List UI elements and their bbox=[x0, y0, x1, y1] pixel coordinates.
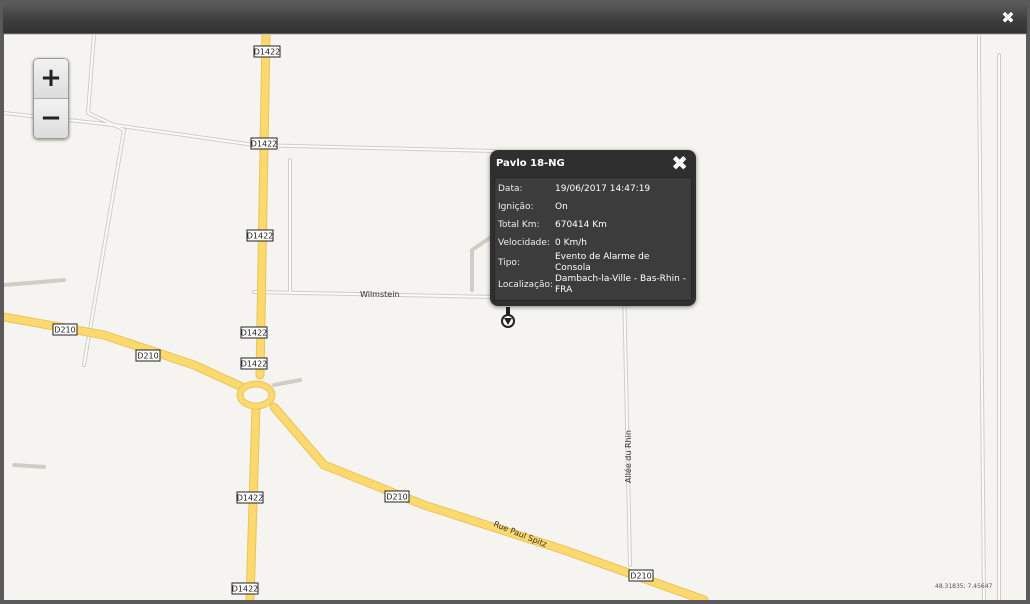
popup-row-date: Data: 19/06/2017 14:47:19 bbox=[495, 180, 691, 198]
popup-row-label: Localização: bbox=[498, 279, 554, 290]
popup-row-total-km: Total Km: 670414 Km bbox=[495, 216, 691, 234]
road-label-d1422-f: D1422 bbox=[237, 494, 264, 503]
close-icon[interactable]: ✖ bbox=[1001, 10, 1015, 26]
window-titlebar: ✖ bbox=[3, 3, 1027, 33]
major-roads bbox=[4, 35, 708, 600]
popup-row-value: 0 Km/h bbox=[555, 237, 587, 248]
popup-row-type: Tipo: Evento de Alarme de Consola bbox=[495, 252, 691, 274]
popup-row-value: On bbox=[555, 201, 568, 212]
road-label-d1422-d: D1422 bbox=[241, 329, 268, 338]
map-canvas[interactable]: D1422 D1422 D1422 D1422 D1422 D1422 D142… bbox=[4, 34, 1026, 600]
road-label-d1422-c: D1422 bbox=[247, 232, 274, 241]
vehicle-marker-icon[interactable] bbox=[501, 307, 515, 328]
popup-row-value: 670414 Km bbox=[555, 219, 607, 230]
minor-roads bbox=[4, 35, 1001, 600]
vehicle-info-popup: Pavlo 18-NG ✖ Data: 19/06/2017 14:47:19 … bbox=[490, 150, 696, 306]
popup-row-label: Ignição: bbox=[498, 201, 534, 212]
popup-row-label: Velocidade: bbox=[498, 237, 550, 248]
zoom-out-button[interactable]: − bbox=[34, 98, 68, 138]
road-label-d1422-g: D1422 bbox=[232, 585, 259, 594]
map-svg: D1422 D1422 D1422 D1422 D1422 D1422 D142… bbox=[4, 35, 1001, 600]
popup-row-speed: Velocidade: 0 Km/h bbox=[495, 234, 691, 252]
popup-body: Data: 19/06/2017 14:47:19 Ignição: On To… bbox=[494, 177, 692, 301]
popup-row-location: Localização: Dambach-la-Ville - Bas-Rhin… bbox=[495, 274, 691, 296]
street-label-wilmstein: Wilmstein bbox=[360, 290, 400, 299]
road-label-d210-c: D210 bbox=[386, 493, 407, 502]
popup-close-icon[interactable]: ✖ bbox=[671, 152, 688, 174]
minor-roads-inner bbox=[4, 35, 1000, 600]
road-label-d1422-b: D1422 bbox=[251, 140, 278, 149]
popup-header: Pavlo 18-NG ✖ bbox=[490, 150, 696, 177]
popup-row-ignition: Ignição: On bbox=[495, 198, 691, 216]
popup-row-label: Tipo: bbox=[498, 257, 520, 268]
major-roads-casing bbox=[4, 35, 709, 600]
road-label-d210-d: D210 bbox=[630, 572, 651, 581]
road-label-d210-a: D210 bbox=[54, 326, 75, 335]
road-label-d210-b: D210 bbox=[137, 352, 158, 361]
popup-title: Pavlo 18-NG bbox=[496, 158, 565, 169]
popup-row-value: Dambach-la-Ville - Bas-Rhin - FRA bbox=[555, 274, 686, 295]
coordinates-readout: 48.31835; 7.45647 bbox=[935, 583, 993, 590]
road-label-d1422-a: D1422 bbox=[254, 48, 281, 57]
zoom-control: + − bbox=[33, 58, 69, 139]
zoom-in-button[interactable]: + bbox=[34, 59, 68, 98]
popup-row-value: Evento de Alarme de Consola bbox=[555, 252, 650, 273]
street-label-allee-du-rhin: Allée du Rhin bbox=[623, 430, 633, 483]
popup-row-value: 19/06/2017 14:47:19 bbox=[555, 183, 651, 194]
popup-row-label: Total Km: bbox=[498, 219, 540, 230]
road-label-d1422-e: D1422 bbox=[241, 360, 268, 369]
popup-row-label: Data: bbox=[498, 183, 523, 194]
